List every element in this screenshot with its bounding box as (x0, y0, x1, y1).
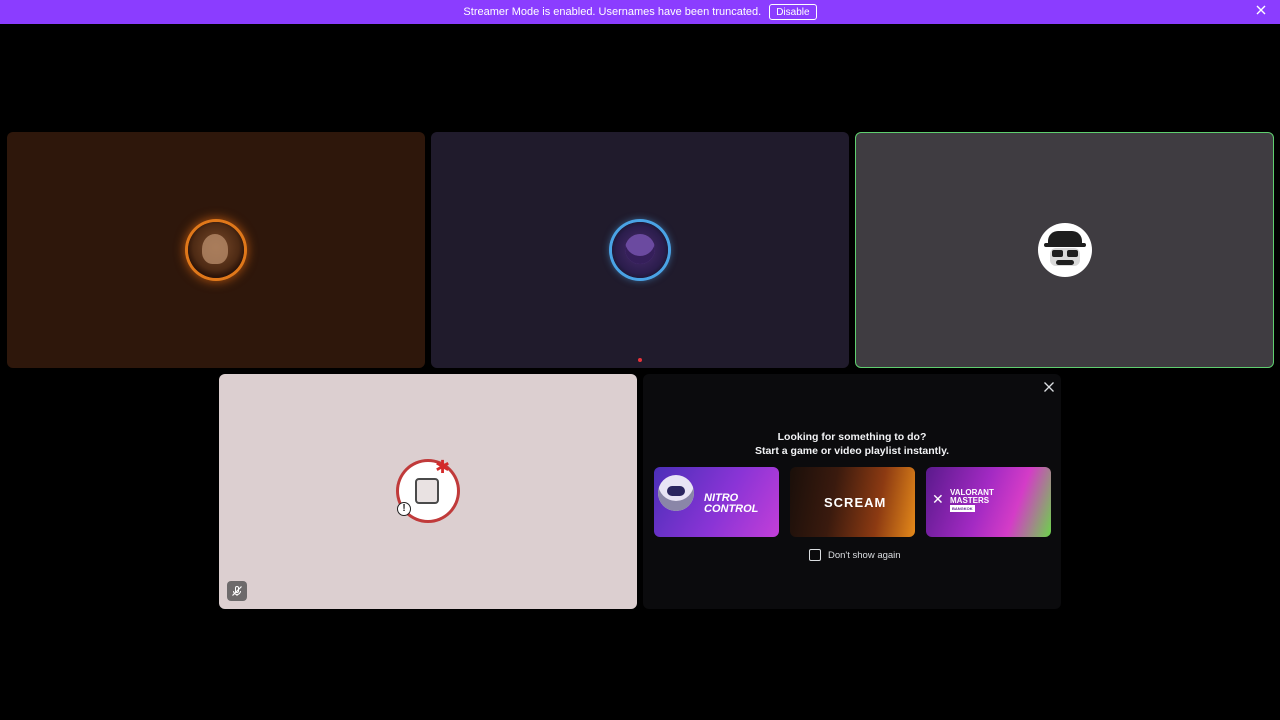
dont-show-again-checkbox[interactable]: Don't show again (809, 549, 901, 561)
mic-muted-icon (227, 581, 247, 601)
activity-cards: NITRO CONTROL SCREAM ✕ VALORANT MASTERS … (654, 467, 1051, 537)
avatar: ✱ ! (397, 458, 457, 520)
participant-tile[interactable] (7, 132, 425, 368)
status-dot (638, 358, 642, 362)
avatar (612, 222, 668, 278)
activity-card-badge: BANGKOK (950, 505, 975, 512)
close-icon[interactable] (1043, 380, 1055, 392)
activity-card-scream[interactable]: SCREAM (790, 467, 915, 537)
checkbox-icon[interactable] (809, 549, 821, 561)
activity-card-valorant[interactable]: ✕ VALORANT MASTERS BANGKOK (926, 467, 1051, 537)
activity-card-title: NITRO CONTROL (704, 492, 759, 515)
close-icon[interactable] (1254, 4, 1268, 18)
panel-heading: Looking for something to do? Start a gam… (643, 430, 1061, 458)
participant-tile[interactable] (431, 132, 849, 368)
valorant-logo-icon: ✕ (932, 491, 944, 507)
activity-card-title: SCREAM (824, 495, 887, 510)
banner-message: Streamer Mode is enabled. Usernames have… (463, 6, 762, 18)
participant-tile[interactable]: ✱ ! (219, 374, 637, 609)
activity-suggestion-panel: Looking for something to do? Start a gam… (643, 374, 1061, 609)
checkbox-label: Don't show again (828, 549, 901, 561)
participant-tile-speaking[interactable] (855, 132, 1274, 368)
avatar (1038, 223, 1092, 277)
mascot-icon (658, 475, 694, 511)
activity-card-nitro-control[interactable]: NITRO CONTROL (654, 467, 779, 537)
panel-heading-line1: Looking for something to do? (777, 431, 927, 443)
avatar (188, 222, 244, 278)
streamer-mode-banner: Streamer Mode is enabled. Usernames have… (0, 0, 1280, 24)
panel-heading-line2: Start a game or video playlist instantly… (754, 445, 950, 457)
activity-card-title: VALORANT MASTERS (950, 488, 994, 505)
disable-streamer-mode-button[interactable]: Disable (769, 4, 817, 20)
